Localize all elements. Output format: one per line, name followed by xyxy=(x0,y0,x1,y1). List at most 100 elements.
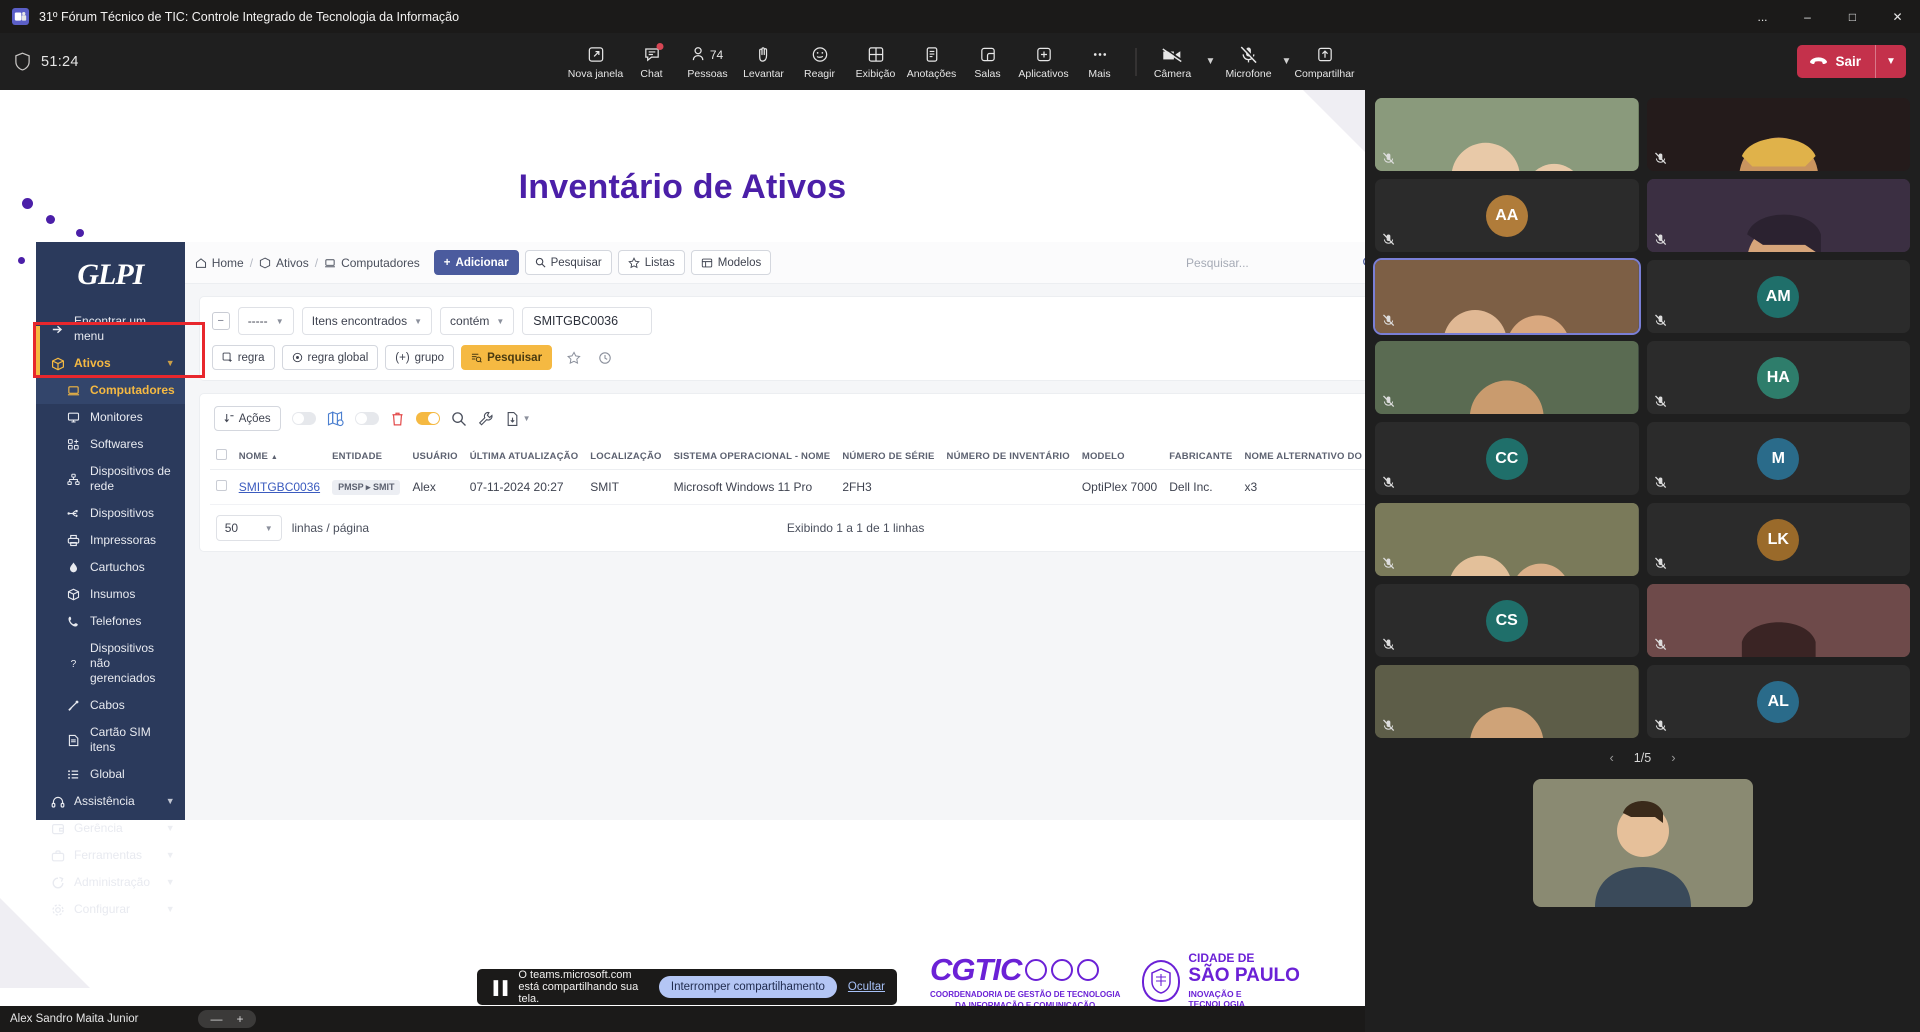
zoom-in-button[interactable]: + xyxy=(236,1012,243,1026)
sidebar-item-cabos[interactable]: Cabos xyxy=(36,692,185,719)
sidebar-item-telefones[interactable]: Telefones xyxy=(36,608,185,635)
toggle-on[interactable] xyxy=(415,412,440,425)
run-search-button[interactable]: Pesquisar xyxy=(461,345,553,370)
participant-tile[interactable]: AL xyxy=(1646,665,1910,738)
react-button[interactable]: Reagir xyxy=(792,35,848,88)
window-more-button[interactable]: ... xyxy=(1740,0,1785,33)
sidebar-item-ferramentas[interactable]: Ferramentas ▼ xyxy=(36,842,185,869)
column-ultima-atualizacao[interactable]: ÚLTIMA ATUALIZAÇÃO xyxy=(463,443,585,470)
column-entidade[interactable]: ENTIDADE xyxy=(326,443,407,470)
delete-icon[interactable] xyxy=(390,411,405,427)
apps-button[interactable]: Aplicativos xyxy=(1016,35,1072,88)
microphone-button[interactable]: Microfone xyxy=(1221,35,1277,88)
actions-button[interactable]: Ações xyxy=(213,406,281,431)
hide-banner-button[interactable]: Ocultar xyxy=(848,981,885,993)
chat-button[interactable]: Chat xyxy=(624,35,680,88)
sidebar-item-configurar[interactable]: Configurar ▼ xyxy=(36,896,185,923)
row-checkbox[interactable] xyxy=(215,480,227,491)
add-global-rule-button[interactable]: regra global xyxy=(281,345,379,370)
add-button[interactable]: + Adicionar xyxy=(433,250,519,275)
sidebar-item-cartuchos[interactable]: Cartuchos xyxy=(36,554,185,581)
participant-tile[interactable] xyxy=(1375,341,1639,414)
column-fabricante[interactable]: FABRICANTE xyxy=(1163,443,1239,470)
column-nome-alternativo[interactable]: NOME ALTERNATIVO DO USUÁRIO xyxy=(1238,443,1365,470)
sidebar-item-cartao-sim-itens[interactable]: Cartão SIM itens xyxy=(36,719,185,761)
column-modelo[interactable]: MODELO xyxy=(1075,443,1164,470)
sidebar-item-assistencia[interactable]: Assistência ▼ xyxy=(36,788,185,815)
window-maximize-button[interactable]: □ xyxy=(1830,0,1875,33)
sidebar-item-dispositivos-de-rede[interactable]: Dispositivos de rede xyxy=(36,458,185,500)
collapse-criteria-button[interactable]: − xyxy=(211,312,230,330)
sidebar-item-global[interactable]: Global xyxy=(36,761,185,788)
sidebar-item-dispositivos[interactable]: Dispositivos xyxy=(36,500,185,527)
column-numero-de-serie[interactable]: NÚMERO DE SÉRIE xyxy=(836,443,941,470)
sidebar-item-softwares[interactable]: Softwares xyxy=(36,431,185,458)
table-row[interactable]: SMITGBC0036 PMSP ▸ SMIT Alex 07-11-2024 … xyxy=(209,469,1365,505)
favorite-star-icon[interactable] xyxy=(567,350,581,365)
lists-button[interactable]: Listas xyxy=(617,250,685,275)
window-close-button[interactable]: ✕ xyxy=(1875,0,1920,33)
participant-tile[interactable]: CC xyxy=(1375,422,1639,495)
criteria-scope-select[interactable]: Itens encontrados ▼ xyxy=(301,307,433,335)
stop-sharing-button[interactable]: Interromper compartilhamento xyxy=(658,976,837,998)
participant-tile[interactable]: AA xyxy=(1375,179,1639,252)
participant-tile[interactable] xyxy=(1646,98,1910,171)
criteria-field-select[interactable]: ----- ▼ xyxy=(237,307,294,335)
column-localizacao[interactable]: LOCALIZAÇÃO xyxy=(584,443,668,470)
spotlight-participant-tile[interactable] xyxy=(1532,779,1753,907)
window-minimize-button[interactable]: – xyxy=(1785,0,1830,33)
global-search[interactable] xyxy=(1186,255,1365,270)
cell-nome-link[interactable]: SMITGBC0036 xyxy=(239,480,320,494)
column-sistema-operacional[interactable]: SISTEMA OPERACIONAL - NOME xyxy=(667,443,837,470)
global-search-input[interactable] xyxy=(1186,255,1363,270)
zoom-search-icon[interactable] xyxy=(451,411,467,427)
column-usuario[interactable]: USUÁRIO xyxy=(406,443,464,470)
rows-per-page-select[interactable]: 50 ▼ xyxy=(215,515,282,541)
toggle-left-off[interactable] xyxy=(291,412,316,425)
add-rule-button[interactable]: regra xyxy=(211,345,275,370)
more-button[interactable]: Mais xyxy=(1072,35,1128,88)
breadcrumb-ativos[interactable]: Ativos xyxy=(259,256,309,270)
notes-button[interactable]: Anotações xyxy=(904,35,960,88)
sidebar-item-impressoras[interactable]: Impressoras xyxy=(36,527,185,554)
breadcrumb-home[interactable]: Home xyxy=(195,256,244,270)
toggle-right-off[interactable] xyxy=(354,412,379,425)
export-file-icon[interactable]: ▼ xyxy=(505,411,531,427)
sidebar-item-gerencia[interactable]: Gerência ▼ xyxy=(36,815,185,842)
sidebar-item-administracao[interactable]: Administração ▼ xyxy=(36,869,185,896)
leave-options-chevron-down-icon[interactable]: ▼ xyxy=(1876,45,1906,78)
history-icon[interactable] xyxy=(598,351,612,365)
participant-tile-active-speaker[interactable] xyxy=(1373,258,1641,335)
sidebar-item-dispositivos-nao-gerenciados[interactable]: ? Dispositivos não gerenciados xyxy=(36,635,185,692)
sidebar-item-computadores[interactable]: Computadores xyxy=(36,377,185,404)
criteria-value-input[interactable] xyxy=(522,307,653,335)
templates-button[interactable]: Modelos xyxy=(690,250,772,275)
wrench-icon[interactable] xyxy=(478,411,494,427)
sidebar-item-monitores[interactable]: Monitores xyxy=(36,404,185,431)
breadcrumb-computadores[interactable]: Computadores xyxy=(324,256,420,270)
view-button[interactable]: Exibição xyxy=(848,35,904,88)
participant-tile[interactable] xyxy=(1375,665,1639,738)
participant-tile[interactable]: M xyxy=(1646,422,1910,495)
column-numero-de-inventario[interactable]: NÚMERO DE INVENTÁRIO xyxy=(940,443,1076,470)
participant-tile[interactable] xyxy=(1375,98,1639,171)
select-all-checkbox[interactable] xyxy=(215,449,227,460)
row-select-cell[interactable] xyxy=(209,469,233,505)
sidebar-item-ativos[interactable]: Ativos ▼ xyxy=(36,350,185,377)
sidebar-item-insumos[interactable]: Insumos xyxy=(36,581,185,608)
sidebar-find-menu[interactable]: Encontrar um menu xyxy=(36,308,185,350)
participants-prev-button[interactable]: ‹ xyxy=(1609,750,1613,765)
participant-tile[interactable] xyxy=(1375,503,1639,576)
map-icon[interactable] xyxy=(327,410,344,427)
new-window-button[interactable]: Nova janela xyxy=(568,35,624,88)
add-group-button[interactable]: (+) grupo xyxy=(385,345,455,370)
raise-hand-button[interactable]: Levantar xyxy=(736,35,792,88)
leave-meeting-button[interactable]: Sair ▼ xyxy=(1797,45,1906,78)
criteria-operator-select[interactable]: contém ▼ xyxy=(440,307,515,335)
people-button[interactable]: 74 Pessoas xyxy=(680,35,736,88)
search-button[interactable]: Pesquisar xyxy=(524,250,612,275)
rooms-button[interactable]: Salas xyxy=(960,35,1016,88)
participants-next-button[interactable]: › xyxy=(1671,750,1675,765)
participant-tile[interactable]: AM xyxy=(1646,260,1910,333)
select-all-header[interactable] xyxy=(209,443,233,470)
